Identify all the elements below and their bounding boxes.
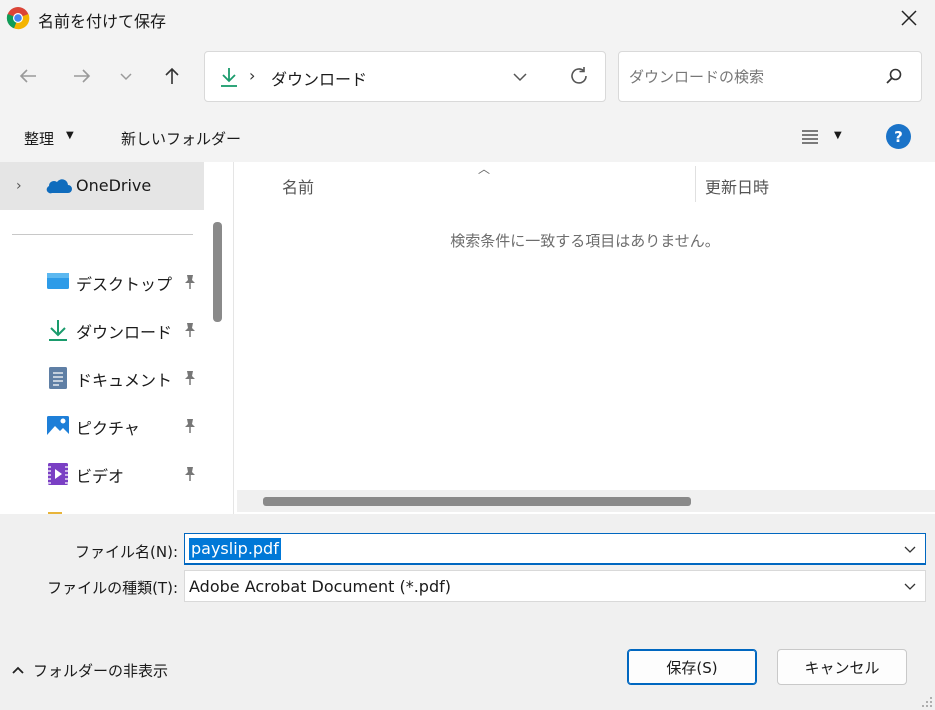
filename-label: ファイル名(N): <box>75 543 178 561</box>
title-bar: 名前を付けて保存 <box>0 0 935 38</box>
cancel-button[interactable]: キャンセル <box>777 649 907 685</box>
chevron-down-icon[interactable] <box>903 579 917 593</box>
chevron-up-icon[interactable] <box>10 662 26 678</box>
horizontal-scrollbar[interactable] <box>237 490 935 512</box>
command-bar: 整理 ▼ 新しいフォルダー ▼ ? <box>0 112 935 162</box>
sidebar-scrollbar-thumb[interactable] <box>213 222 222 322</box>
save-form: ファイル名(N): payslip.pdf ファイルの種類(T): Adobe … <box>0 514 935 710</box>
onedrive-cloud-icon <box>46 179 72 194</box>
address-bar[interactable]: › ダウンロード <box>204 51 606 102</box>
caret-down-icon[interactable]: ▼ <box>834 130 842 141</box>
sidebar-item-label: OneDrive <box>76 176 152 195</box>
new-folder-button[interactable]: 新しいフォルダー <box>121 128 241 149</box>
sidebar-item-label: ピクチャ <box>76 419 140 438</box>
filetype-value: Adobe Acrobat Document (*.pdf) <box>189 577 451 596</box>
search-icon[interactable] <box>885 67 903 85</box>
up-button[interactable] <box>158 62 186 90</box>
pin-icon[interactable] <box>182 465 198 483</box>
chevron-right-icon[interactable]: › <box>16 178 22 194</box>
window-title: 名前を付けて保存 <box>38 12 167 31</box>
save-button[interactable]: 保存(S) <box>627 649 757 685</box>
hide-folders-button[interactable]: フォルダーの非表示 <box>33 660 168 681</box>
sidebar-item-videos[interactable]: ビデオ <box>0 452 204 496</box>
download-icon <box>221 68 237 87</box>
sidebar-item-label: デスクトップ <box>76 275 173 294</box>
forward-button[interactable] <box>68 62 96 90</box>
pin-icon[interactable] <box>182 417 198 435</box>
empty-message: 検索条件に一致する項目はありません。 <box>450 232 720 250</box>
desktop-icon <box>47 273 69 289</box>
close-button[interactable] <box>895 4 923 32</box>
pin-icon[interactable] <box>182 321 198 339</box>
pictures-icon <box>47 416 69 436</box>
pin-icon[interactable] <box>182 369 198 387</box>
column-divider[interactable] <box>695 166 696 202</box>
sidebar-item-onedrive[interactable]: › OneDrive <box>0 162 204 210</box>
help-button[interactable]: ? <box>886 124 911 149</box>
chevron-down-icon[interactable] <box>511 68 529 86</box>
breadcrumb-downloads[interactable]: ダウンロード <box>271 66 367 90</box>
sidebar-item-label: ビデオ <box>76 467 125 486</box>
sidebar-item-pictures[interactable]: ピクチャ <box>0 404 204 448</box>
arrow-left-icon <box>19 69 36 83</box>
recent-locations-button[interactable] <box>112 62 140 90</box>
filename-field[interactable]: payslip.pdf <box>184 533 926 565</box>
chevron-down-icon <box>120 73 132 81</box>
filename-input[interactable]: payslip.pdf <box>189 538 281 560</box>
organize-button[interactable]: 整理 <box>24 128 54 149</box>
sidebar-divider <box>12 234 193 235</box>
filetype-select[interactable]: Adobe Acrobat Document (*.pdf) <box>184 570 926 602</box>
sidebar-item-desktop[interactable]: デスクトップ <box>0 260 204 304</box>
refresh-icon[interactable] <box>567 64 591 88</box>
sidebar-item-label: ドキュメント <box>76 371 173 390</box>
chrome-app-icon <box>6 7 30 30</box>
breadcrumb-separator: › <box>249 66 256 85</box>
back-button[interactable] <box>14 62 42 90</box>
close-icon <box>901 10 917 26</box>
video-icon <box>48 463 68 485</box>
view-options-icon[interactable] <box>800 128 820 146</box>
column-header-name[interactable]: 名前 <box>282 174 314 198</box>
search-input[interactable] <box>629 64 869 90</box>
filetype-label: ファイルの種類(T): <box>47 579 178 597</box>
horizontal-scrollbar-thumb[interactable] <box>263 497 691 506</box>
chevron-down-icon[interactable] <box>903 542 917 556</box>
caret-down-icon[interactable]: ▼ <box>66 130 74 141</box>
document-icon <box>49 367 67 389</box>
sidebar-item-downloads[interactable]: ダウンロード <box>0 308 204 352</box>
sort-ascending-icon: ︿ <box>478 162 491 176</box>
arrow-right-icon <box>74 69 91 83</box>
navigation-bar: › ダウンロード <box>0 38 935 112</box>
arrow-up-icon <box>165 67 179 84</box>
sidebar-item-label: ダウンロード <box>76 323 173 342</box>
search-box[interactable] <box>618 51 922 102</box>
sidebar-scrollbar[interactable] <box>205 162 233 514</box>
file-list: ︿ 名前 更新日時 検索条件に一致する項目はありません。 <box>233 162 935 514</box>
sidebar-item-documents[interactable]: ドキュメント <box>0 356 204 400</box>
column-header-date-modified[interactable]: 更新日時 <box>705 174 769 198</box>
navigation-pane: › OneDrive デスクトップ ダウンロード ドキュメント ピクチャ ビデオ <box>0 162 205 514</box>
pin-icon[interactable] <box>182 273 198 291</box>
resize-grip-icon[interactable] <box>921 696 933 708</box>
download-icon <box>49 320 67 341</box>
